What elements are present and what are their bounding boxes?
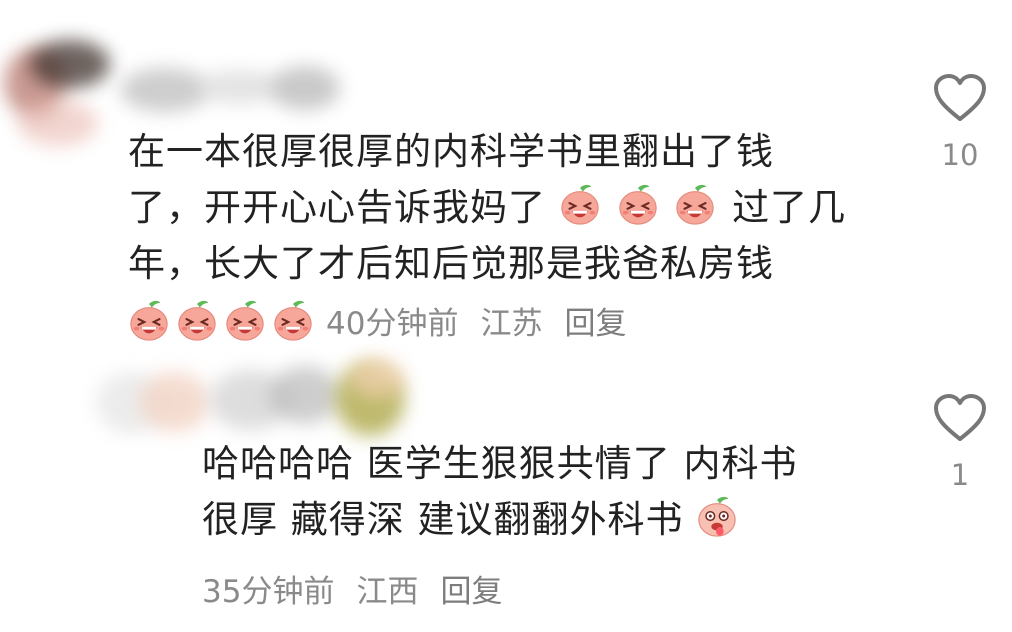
laughing-peach-icon [617, 184, 659, 226]
tongue-peach-icon [696, 496, 738, 538]
comment-fragment: 过了几 [732, 186, 847, 229]
comment-text: 在一本很厚很厚的内科学书里翻出了钱 了，开开心心告诉我妈了 过了几 年，长大了才… [128, 124, 888, 292]
like-count: 10 [941, 138, 979, 172]
comment-time: 35分钟前 [202, 574, 335, 610]
comment-text: 哈哈哈哈 医学生狠狠共情了 内科书 很厚 藏得深 建议翻翻外科书 [202, 436, 902, 548]
heart-like-icon[interactable] [932, 392, 988, 444]
heart-like-icon[interactable] [932, 72, 988, 124]
laughing-peach-icon [224, 300, 266, 342]
comment-line: 很厚 藏得深 建议翻翻外科书 [202, 492, 902, 548]
comment-meta: 40分钟前 江苏 回复 [128, 298, 648, 343]
laughing-peach-icon [176, 300, 218, 342]
comment-location: 江苏 [480, 306, 543, 342]
laughing-peach-icon [128, 300, 170, 342]
comment-line: 了，开开心心告诉我妈了 过了几 [128, 180, 888, 236]
reply-button[interactable]: 回复 [440, 566, 502, 611]
comment-time: 40分钟前 [326, 306, 459, 342]
comment-location: 江西 [356, 574, 419, 610]
comment-meta: 35分钟前 江西 回复 [202, 566, 524, 611]
laughing-peach-icon [559, 184, 601, 226]
like-count: 1 [950, 458, 970, 492]
comment-line: 哈哈哈哈 医学生狠狠共情了 内科书 [202, 442, 798, 485]
comment-line: 年，长大了才后知后觉那是我爸私房钱 [128, 242, 774, 285]
reply-button[interactable]: 回复 [564, 298, 626, 343]
laughing-peach-icon [674, 184, 716, 226]
laughing-peach-icon [272, 300, 314, 342]
comment-fragment: 很厚 藏得深 建议翻翻外科书 [202, 498, 684, 541]
comment-line: 在一本很厚很厚的内科学书里翻出了钱 [128, 130, 774, 173]
comment-fragment: 了，开开心心告诉我妈了 [128, 186, 546, 229]
